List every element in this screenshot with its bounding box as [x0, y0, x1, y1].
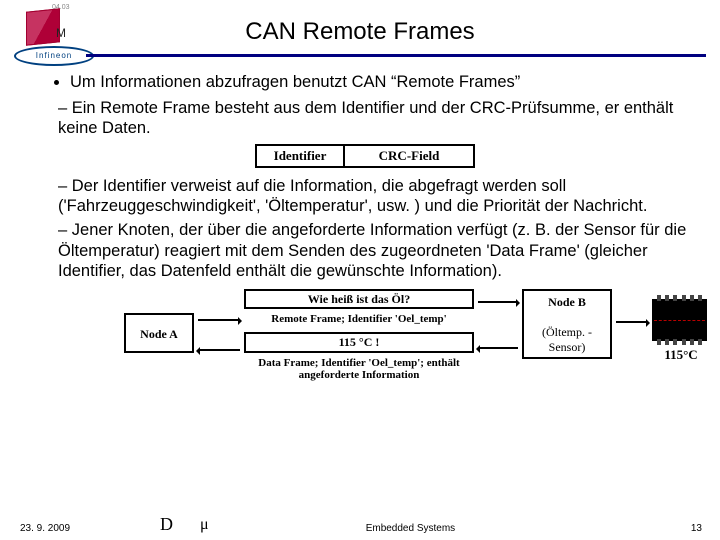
arrow-icon — [478, 347, 518, 349]
node-a-box: Node A — [124, 313, 194, 353]
footer-date: 23. 9. 2009 — [20, 523, 130, 534]
bullet-sub2: Der Identifier verweist auf die Informat… — [58, 176, 690, 216]
bullet-sub1: Ein Remote Frame besteht aus dem Identif… — [58, 98, 690, 138]
sensor-temperature-label: 115°C — [652, 347, 710, 363]
arrow-icon — [198, 319, 240, 321]
content-area: Um Informationen abzufragen benutzt CAN … — [0, 62, 720, 399]
header: 04.03 M Infineon CAN Remote Frames — [0, 0, 720, 62]
arrow-icon — [198, 349, 240, 351]
node-b-sublabel: (Öltemp. - Sensor) — [542, 325, 592, 354]
arrow-icon — [478, 301, 518, 303]
page-title: CAN Remote Frames — [0, 0, 720, 46]
sensor-chip-icon — [652, 299, 707, 341]
remote-frame-label: Remote Frame; Identifier 'Oel_temp' — [244, 313, 474, 326]
bullet-main: Um Informationen abzufragen benutzt CAN … — [70, 72, 690, 92]
data-frame-label: Data Frame; Identifier 'Oel_temp'; enthä… — [244, 357, 474, 382]
footer-author-d: D — [160, 514, 173, 535]
bus-messages: Wie heiß ist das Öl? Remote Frame; Ident… — [244, 289, 474, 382]
crc-field-box: CRC-Field — [345, 144, 475, 168]
question-box: Wie heiß ist das Öl? — [244, 289, 474, 310]
footer-page-number: 13 — [691, 523, 702, 534]
node-b-label: Node B — [548, 295, 586, 309]
arrow-icon — [616, 321, 648, 323]
answer-box: 115 °C ! — [244, 332, 474, 353]
frame-structure: Identifier CRC-Field — [40, 144, 690, 168]
logo-icon: M Infineon — [8, 10, 78, 62]
identifier-box: Identifier — [255, 144, 345, 168]
bullet-sub3: Jener Knoten, der über die angeforderte … — [58, 220, 690, 280]
footer-course: Embedded Systems — [130, 523, 691, 534]
node-b-box: Node B (Öltemp. - Sensor) — [522, 289, 612, 359]
footer: 23. 9. 2009 D μ Embedded Systems 13 — [0, 523, 720, 534]
infineon-logo: Infineon — [14, 46, 94, 66]
footer-author-mu: μ — [200, 516, 209, 534]
protocol-diagram: Node A Wie heiß ist das Öl? Remote Frame… — [40, 289, 690, 399]
title-underline — [86, 54, 706, 57]
